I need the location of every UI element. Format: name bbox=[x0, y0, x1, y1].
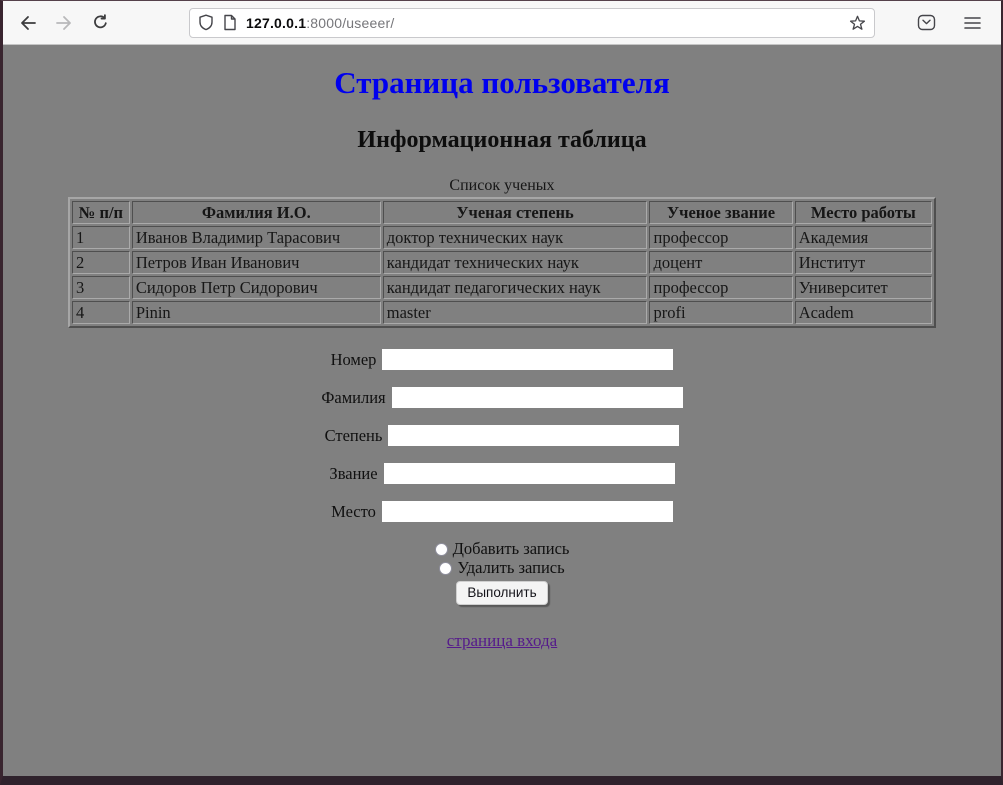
shield-icon[interactable] bbox=[198, 14, 214, 31]
back-icon bbox=[19, 15, 37, 31]
login-page-link[interactable]: страница входа bbox=[447, 631, 557, 650]
field-row-rank: Звание bbox=[3, 462, 1001, 483]
page-title: Страница пользователя bbox=[3, 67, 1001, 98]
workplace-input[interactable] bbox=[382, 501, 673, 522]
cell-workplace: Институт bbox=[795, 251, 932, 274]
cell-rank: профессор bbox=[649, 276, 792, 299]
rank-input[interactable] bbox=[384, 463, 675, 484]
submit-row: Выполнить bbox=[3, 581, 1001, 605]
scientists-table: № п/п Фамилия И.О. Ученая степень Ученое… bbox=[68, 197, 936, 328]
back-button[interactable] bbox=[13, 8, 43, 38]
field-row-workplace: Место bbox=[3, 500, 1001, 521]
url-bar[interactable]: 127.0.0.1:8000/useeer/ bbox=[189, 8, 875, 38]
add-record-radio[interactable] bbox=[435, 543, 448, 556]
workplace-label: Место bbox=[331, 502, 376, 521]
table-row: 1 Иванов Владимир Тарасович доктор техни… bbox=[72, 226, 932, 249]
radio-row-add: Добавить запись bbox=[3, 539, 1001, 558]
col-header-surname: Фамилия И.О. bbox=[132, 201, 381, 224]
toolbar-right-group bbox=[911, 8, 1001, 38]
record-form: Номер Фамилия Степень Звание Место Добав… bbox=[3, 348, 1001, 605]
url-text[interactable]: 127.0.0.1:8000/useeer/ bbox=[246, 15, 849, 31]
page-content: Страница пользователя Информационная таб… bbox=[3, 45, 1001, 776]
url-domain: 127.0.0.1 bbox=[246, 15, 306, 31]
col-header-number: № п/п bbox=[72, 201, 130, 224]
degree-label: Степень bbox=[325, 426, 383, 445]
field-row-degree: Степень bbox=[3, 424, 1001, 445]
table-header-row: № п/п Фамилия И.О. Ученая степень Ученое… bbox=[72, 201, 932, 224]
cell-workplace: Academ bbox=[795, 301, 932, 324]
surname-label: Фамилия bbox=[321, 388, 385, 407]
cell-surname: Pinin bbox=[132, 301, 381, 324]
degree-input[interactable] bbox=[388, 425, 679, 446]
cell-rank: доцент bbox=[649, 251, 792, 274]
col-header-workplace: Место работы bbox=[795, 201, 932, 224]
link-row: страница входа bbox=[3, 631, 1001, 651]
number-label: Номер bbox=[331, 350, 377, 369]
table-row: 4 Pinin master profi Academ bbox=[72, 301, 932, 324]
section-title: Информационная таблица bbox=[3, 128, 1001, 152]
browser-window: 127.0.0.1:8000/useeer/ Страница пользова bbox=[0, 0, 1003, 785]
field-row-surname: Фамилия bbox=[3, 386, 1001, 407]
table-caption: Список ученых bbox=[3, 178, 1001, 194]
cell-number: 2 bbox=[72, 251, 130, 274]
cell-number: 1 bbox=[72, 226, 130, 249]
cell-number: 4 bbox=[72, 301, 130, 324]
number-input[interactable] bbox=[382, 349, 673, 370]
radio-row-delete: Удалить запись bbox=[3, 558, 1001, 577]
cell-degree: кандидат технических наук bbox=[383, 251, 648, 274]
add-record-label: Добавить запись bbox=[453, 539, 570, 558]
rank-label: Звание bbox=[329, 464, 377, 483]
browser-toolbar: 127.0.0.1:8000/useeer/ bbox=[3, 1, 1001, 45]
execute-button[interactable]: Выполнить bbox=[456, 581, 547, 605]
delete-record-radio[interactable] bbox=[439, 562, 452, 575]
cell-surname: Сидоров Петр Сидорович bbox=[132, 276, 381, 299]
reload-button[interactable] bbox=[85, 8, 115, 38]
cell-degree: кандидат педагогических наук bbox=[383, 276, 648, 299]
menu-button[interactable] bbox=[957, 8, 987, 38]
col-header-rank: Ученое звание bbox=[649, 201, 792, 224]
cell-rank: profi bbox=[649, 301, 792, 324]
cell-surname: Иванов Владимир Тарасович bbox=[132, 226, 381, 249]
delete-record-label: Удалить запись bbox=[457, 558, 564, 577]
table-row: 2 Петров Иван Иванович кандидат техничес… bbox=[72, 251, 932, 274]
field-row-number: Номер bbox=[3, 348, 1001, 369]
menu-icon bbox=[964, 16, 981, 30]
cell-surname: Петров Иван Иванович bbox=[132, 251, 381, 274]
col-header-degree: Ученая степень bbox=[383, 201, 648, 224]
action-radio-group: Добавить запись Удалить запись bbox=[3, 539, 1001, 577]
cell-workplace: Академия bbox=[795, 226, 932, 249]
reload-icon bbox=[92, 14, 109, 31]
bookmark-star-button[interactable] bbox=[849, 15, 866, 31]
surname-input[interactable] bbox=[392, 387, 683, 408]
cell-degree: master bbox=[383, 301, 648, 324]
cell-degree: доктор технических наук bbox=[383, 226, 648, 249]
cell-rank: профессор bbox=[649, 226, 792, 249]
forward-button[interactable] bbox=[49, 8, 79, 38]
forward-icon bbox=[55, 15, 73, 31]
pocket-button[interactable] bbox=[911, 8, 941, 38]
cell-number: 3 bbox=[72, 276, 130, 299]
cell-workplace: Университет bbox=[795, 276, 932, 299]
bookmark-star-icon bbox=[849, 15, 866, 31]
url-path: :8000/useeer/ bbox=[306, 15, 394, 31]
pocket-icon bbox=[917, 14, 936, 31]
table-row: 3 Сидоров Петр Сидорович кандидат педаго… bbox=[72, 276, 932, 299]
page-proxy-icon[interactable] bbox=[223, 14, 237, 31]
